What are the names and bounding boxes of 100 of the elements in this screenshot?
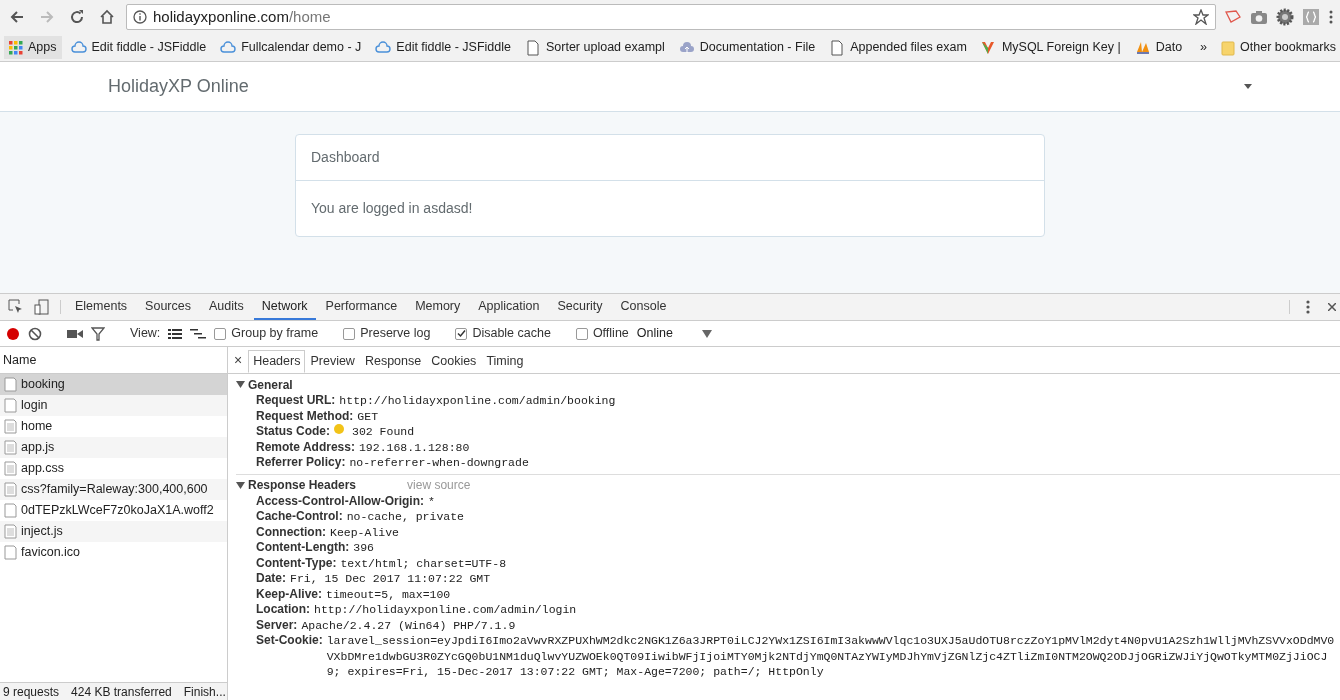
bookmark[interactable]: Appended files exam [824,36,972,59]
section-title[interactable]: General [248,375,293,394]
home-icon[interactable] [99,9,115,25]
filter-icon[interactable] [91,326,105,341]
request-row[interactable]: booking [0,374,227,395]
devtools-tab[interactable]: Memory [407,294,469,320]
star-icon[interactable] [1193,9,1209,25]
request-row[interactable]: login [0,395,227,416]
header-value: no-cache, private [346,509,464,525]
devtools-tab[interactable]: Sources [137,294,199,320]
checkbox-option[interactable]: Group by frame [214,324,319,343]
text-file-icon [4,524,17,539]
summary-text: 424 KB transferred [71,683,172,700]
file-icon [4,398,17,413]
cloud-icon [70,39,87,56]
devtools-tab[interactable]: Application [470,294,548,320]
header-name: Server: [256,617,298,633]
device-icon[interactable] [34,299,50,315]
checkbox-option[interactable]: Offline [575,324,629,343]
bookmark[interactable]: Dato [1129,36,1188,59]
clear-icon[interactable] [28,326,42,341]
request-row[interactable]: inject.js [0,521,227,542]
view-label: View: [130,325,161,343]
header-value: * [428,493,435,509]
cloud-icon [375,39,392,56]
card-message: You are logged in asdasd! [310,199,474,218]
close-button[interactable]: × [228,347,249,373]
more-options-icon[interactable] [1306,300,1310,314]
close-icon[interactable] [1328,303,1336,311]
back-icon[interactable] [9,9,25,25]
expanded-triangle-icon[interactable] [236,480,245,490]
header-name: Set-Cookie: [256,633,323,649]
waterfall-view-icon[interactable] [190,327,207,340]
info-icon [133,10,147,24]
bookmark[interactable]: Sorter upload exampl [520,36,670,59]
throttle-dropdown[interactable]: Online [636,324,712,343]
detail-tab[interactable]: Timing [481,350,529,373]
summary-text: 9 requests [3,683,60,700]
checkbox-option[interactable]: Preserve log [343,324,431,343]
reload-icon[interactable] [69,9,85,25]
camera-icon[interactable] [1250,9,1268,25]
video-camera-icon[interactable] [67,327,83,340]
header-name: Keep-Alive: [256,586,323,602]
header-value: 302 Found [352,424,415,440]
gear-icon[interactable] [1276,8,1294,26]
header-name: Date: [256,571,286,587]
menu-icon[interactable] [1328,9,1334,25]
inspect-icon[interactable] [8,299,24,315]
file-icon [4,545,17,560]
bookmark-folder[interactable]: Other bookmarks [1216,36,1340,59]
devtools-tab[interactable]: Security [549,294,611,320]
bookmark[interactable]: Edit fiddle - JSFiddle [65,36,212,59]
text-file-icon [4,419,17,434]
expanded-triangle-icon[interactable] [236,380,245,389]
checkbox-option[interactable]: Disable cache [455,324,551,343]
bookmark[interactable]: MySQL Foreign Key | [975,36,1126,59]
bookmark[interactable]: Edit fiddle - JSFiddle [370,36,516,59]
request-row[interactable]: css?family=Raleway:300,400,600 [0,479,227,500]
request-row[interactable]: 0dTEPzkLWceF7z0koJaX1A.woff2 [0,500,227,521]
file-icon [4,377,17,392]
header-value: http://holidayxponline.com/admin/booking [339,393,616,409]
detail-tab[interactable]: Headers [248,350,306,373]
request-row[interactable]: home [0,416,227,437]
header-value: laravel_session=eyJpdiI6Imo2aVwvRXZPUXhWM2dkc2NGK1Z6a3JRPT0iLCJ2YWx1ZSI6ImI3akwwWVlqc1o3UXJ5aUdOTU8rczZoY1pMVlM2dyt4N0pvU1A2Szh1WlljMVhZSVVxODdMV0VXbDMre1dwbGU3R0ZYcGQ0bU1NM1duQlwvYUZWOEk0QT09IiwibWFjIjoiMTY0Mjk2NTdjYmQ0NTAzYWIyMDJhYmVjZGNlZjc4ZTliZmI0NTM2OWQ2ODJjOGRiZWJiYjQwOTkyMTM0ZjJiOCJ9; expires=Fri, 15-Dec-2017 13:07:22 GMT; Max-Age=7200; path=/; HttpOnly [326,633,1336,680]
request-row[interactable]: favicon.ico [0,542,227,563]
dropdown-caret-icon[interactable] [1244,84,1252,89]
text-file-icon [4,461,17,476]
record-icon[interactable] [6,326,20,341]
request-row[interactable]: app.js [0,437,227,458]
page-icon [525,39,541,56]
bookmark[interactable]: Documentation - File [673,36,821,59]
devtools-tab[interactable]: Performance [317,294,406,320]
header-value: http://holidayxponline.com/admin/login [314,602,577,618]
devtools-tab[interactable]: Console [612,294,675,320]
devtools-tab[interactable]: Elements [67,294,136,320]
address-bar[interactable]: holidayxponline.com/home [126,4,1216,30]
site-brand[interactable]: HolidayXP Online [108,73,249,100]
header-value: text/html; charset=UTF-8 [340,555,507,571]
text-file-icon [4,440,17,455]
check-icon[interactable] [456,329,466,338]
header-value: no-referrer-when-downgrade [349,455,529,471]
devtools-tab[interactable]: Network [253,294,316,320]
detail-tab[interactable]: Response [359,350,427,373]
apps-icon [9,40,23,55]
request-row[interactable]: app.css [0,458,227,479]
list-view-icon[interactable] [168,327,183,340]
header-name: Remote Address: [256,439,355,455]
header-name: Content-Type: [256,555,337,571]
apps-button[interactable]: Apps [4,36,62,59]
detail-tab[interactable]: Cookies [426,350,482,373]
header-name: Access-Control-Allow-Origin: [256,493,424,509]
devtools-tab[interactable]: Audits [200,294,252,320]
bookmark[interactable]: Fullcalendar demo - J [215,36,367,59]
cloud-upload-icon [678,39,695,56]
header-name: Location: [256,602,310,618]
header-name: Referrer Policy: [256,455,346,471]
section-title[interactable]: Response Headers [248,476,357,494]
detail-tab[interactable]: Preview [305,350,360,373]
header-value: 396 [353,540,375,556]
more-bookmarks-button[interactable]: » [1195,36,1213,59]
